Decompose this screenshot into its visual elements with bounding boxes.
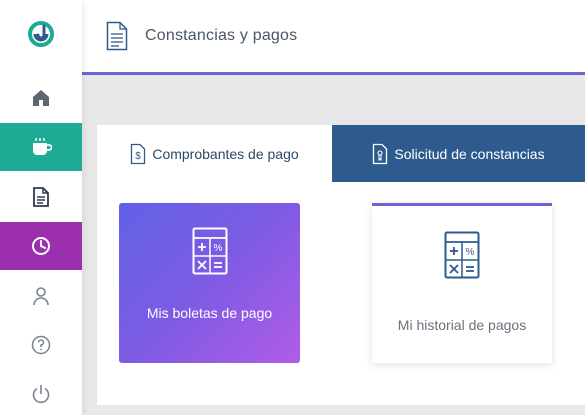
sidebar-item-history[interactable] bbox=[0, 222, 82, 270]
sidebar-item-coffee[interactable] bbox=[0, 123, 82, 171]
clock-icon bbox=[32, 237, 50, 255]
certificate-icon bbox=[373, 143, 388, 164]
document-icon bbox=[33, 187, 49, 207]
tab-bar: $ Comprobantes de pago Solicitud de cons… bbox=[97, 125, 585, 182]
content-panel: $ Comprobantes de pago Solicitud de cons… bbox=[97, 125, 585, 405]
calculator-icon: % bbox=[444, 231, 480, 279]
tab-comprobantes-de-pago[interactable]: $ Comprobantes de pago bbox=[97, 125, 332, 182]
dollar-document-icon: $ bbox=[131, 143, 146, 164]
card-mi-historial-de-pagos[interactable]: % Mi historial de pagos bbox=[372, 203, 552, 363]
svg-text:%: % bbox=[213, 243, 222, 254]
sidebar-item-logout[interactable] bbox=[0, 370, 82, 415]
sidebar-item-documents[interactable] bbox=[0, 173, 82, 221]
document-icon bbox=[106, 20, 130, 52]
home-icon bbox=[33, 90, 49, 106]
sidebar bbox=[0, 0, 82, 415]
sidebar-item-help[interactable] bbox=[0, 321, 82, 369]
power-icon bbox=[32, 385, 50, 404]
page-title: Constancias y pagos bbox=[145, 27, 298, 44]
user-icon bbox=[33, 287, 49, 306]
tab-label: Solicitud de constancias bbox=[394, 145, 545, 162]
card-label: Mi historial de pagos bbox=[397, 317, 527, 333]
card-label: Mis boletas de pago bbox=[146, 305, 273, 321]
sidebar-item-profile[interactable] bbox=[0, 272, 82, 320]
coffee-icon bbox=[33, 138, 52, 155]
sidebar-item-home[interactable] bbox=[0, 74, 82, 122]
logo-icon bbox=[28, 21, 54, 47]
tab-label: Comprobantes de pago bbox=[152, 145, 299, 162]
svg-text:$: $ bbox=[136, 151, 142, 162]
calculator-icon: % bbox=[192, 227, 227, 275]
tab-solicitud-de-constancias[interactable]: Solicitud de constancias bbox=[332, 125, 585, 182]
help-icon bbox=[31, 335, 51, 355]
app-logo[interactable] bbox=[0, 14, 82, 54]
card-mis-boletas-de-pago[interactable]: % Mis boletas de pago bbox=[119, 203, 300, 363]
svg-text:%: % bbox=[466, 247, 475, 258]
page-header: Constancias y pagos bbox=[82, 0, 585, 75]
